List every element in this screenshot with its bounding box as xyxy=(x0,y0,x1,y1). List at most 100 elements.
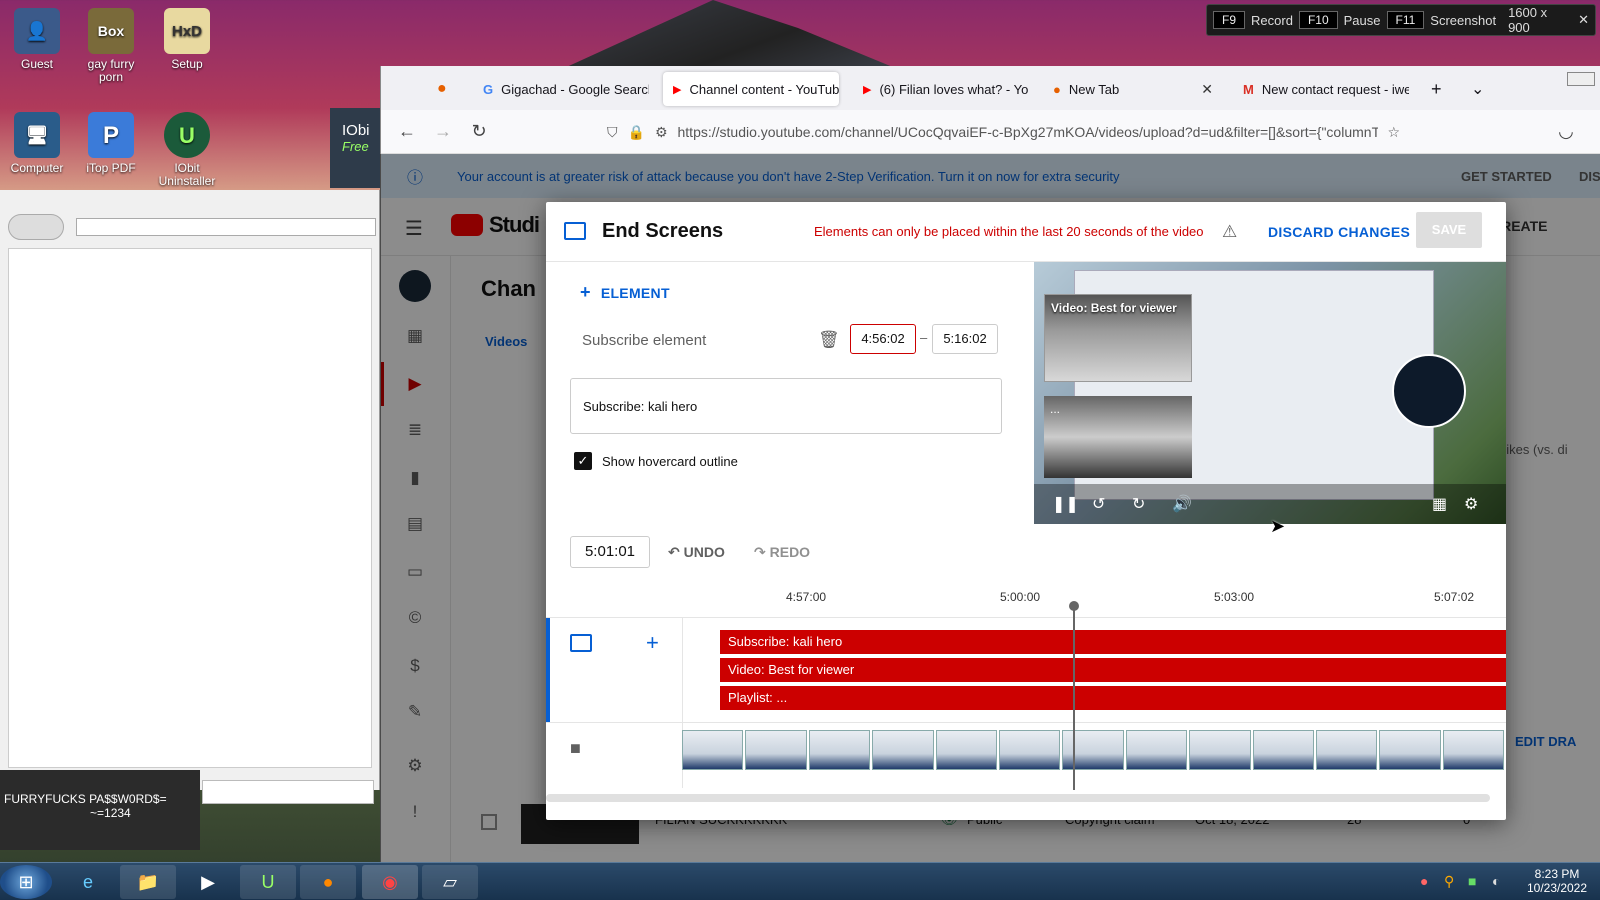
timeline-bar-subscribe[interactable]: Subscribe: kali hero xyxy=(720,630,1506,654)
timeline-bar-video[interactable]: Video: Best for viewer xyxy=(720,658,1506,682)
recorder-taskbar-icon[interactable]: ◉ xyxy=(362,865,418,899)
note-line-2: ~=1234 xyxy=(90,806,131,820)
firefox-taskbar-icon[interactable]: ● xyxy=(300,865,356,899)
end-screen-playlist-element[interactable]: ... xyxy=(1044,396,1192,478)
tray-volume-icon[interactable]: ◐ xyxy=(1492,873,1500,889)
video-filmstrip[interactable] xyxy=(682,730,1506,770)
close-icon[interactable]: ✕ xyxy=(1578,12,1589,28)
permissions-icon[interactable]: ⚙ xyxy=(655,124,668,141)
taskbar: ⊞ e 📁 ▶ U ● ◉ ▱ ● ⚲ ■ ◐ 8:23 PM 10/23/20… xyxy=(0,862,1600,900)
pdf-icon: P xyxy=(88,112,134,158)
forward-10-icon[interactable]: ↻ xyxy=(1132,494,1145,514)
screen-recorder-bar: F9 Record F10 Pause F11 Screenshot 1600 … xyxy=(1206,4,1596,36)
save-button[interactable]: SAVE xyxy=(1416,212,1482,248)
redo-label: REDO xyxy=(769,544,811,560)
filmstrip-frame xyxy=(1379,730,1441,770)
desktop-icon-computer[interactable]: 🖥 Computer xyxy=(0,112,74,175)
internet-explorer-icon[interactable]: e xyxy=(60,865,116,899)
tab-title: New Tab xyxy=(1068,81,1120,97)
settings-icon[interactable]: ⚙ xyxy=(1464,494,1478,514)
preview-video-label: Video: Best for viewer xyxy=(1051,301,1177,315)
back-icon[interactable]: ← xyxy=(389,121,425,142)
dialog-title: End Screens xyxy=(602,220,724,242)
url-text[interactable]: https://studio.youtube.com/channel/UCocQ… xyxy=(678,124,1378,140)
grid-icon[interactable]: ▦ xyxy=(1432,494,1447,514)
current-time-field[interactable]: 5:01:01 xyxy=(570,536,650,568)
record-label: Record xyxy=(1251,12,1293,28)
timeline-scrollbar[interactable] xyxy=(546,794,1490,802)
feedback-icon[interactable]: ⚠ xyxy=(1222,222,1237,242)
desktop-icon-setup[interactable]: HxD Setup xyxy=(150,8,224,71)
filmstrip-frame xyxy=(745,730,807,770)
tray-recorder-icon[interactable]: ● xyxy=(1420,873,1428,889)
file-explorer-icon[interactable]: 📁 xyxy=(120,865,176,899)
list-tabs-button[interactable]: ⌄ xyxy=(1461,72,1491,106)
new-tab-button[interactable]: + xyxy=(1421,72,1451,106)
desktop-icon-label: Guest xyxy=(20,57,53,71)
timeline-bar-playlist[interactable]: Playlist: ... xyxy=(720,686,1506,710)
element-card[interactable]: Subscribe: kali hero xyxy=(570,378,1002,434)
firefox-icon: ● xyxy=(1053,81,1061,97)
tray-network-icon[interactable]: ■ xyxy=(1468,873,1476,889)
ruler-tick: 5:07:02 xyxy=(1434,590,1475,604)
pocket-icon[interactable]: ◡ xyxy=(1548,121,1584,142)
reload-icon[interactable]: ↻ xyxy=(461,121,497,142)
playhead-handle[interactable] xyxy=(1069,601,1079,611)
element-name: Subscribe element xyxy=(582,332,707,349)
undo-button[interactable]: ↶ UNDO xyxy=(668,544,725,561)
left-window[interactable]: FURRYFUCKS PA$$W0RD$= ~=1234 xyxy=(0,190,380,850)
desktop-icon-label: Setup xyxy=(171,57,203,71)
content-area xyxy=(8,248,372,768)
trash-icon[interactable]: 🗑 xyxy=(818,330,840,350)
pause-icon[interactable]: ❚❚ xyxy=(1052,494,1079,514)
media-player-icon[interactable]: ▶ xyxy=(180,865,236,899)
screenshot-key[interactable]: F11 xyxy=(1386,11,1425,29)
record-key[interactable]: F9 xyxy=(1213,11,1246,29)
tab-gmail[interactable]: M New contact request - iwe ✕ xyxy=(1233,72,1409,106)
iobit-taskbar-icon[interactable]: U xyxy=(240,865,296,899)
taskbar-clock[interactable]: 8:23 PM 10/23/2022 xyxy=(1520,867,1594,895)
firefox-menu-icon[interactable]: ● xyxy=(427,72,457,106)
discard-changes-button[interactable]: DISCARD CHANGES xyxy=(1268,224,1410,240)
tab-google-search[interactable]: G Gigachad - Google Search ✕ xyxy=(473,72,649,106)
add-track-element-icon[interactable]: + xyxy=(646,630,659,656)
small-input[interactable] xyxy=(202,780,374,804)
minimize-icon[interactable] xyxy=(1567,72,1595,86)
tab-filian[interactable]: ▶ (6) Filian loves what? - You ✕ xyxy=(853,72,1029,106)
end-screen-video-element[interactable]: Video: Best for viewer xyxy=(1044,294,1192,382)
back-forward-buttons[interactable] xyxy=(8,214,64,240)
desktop-icon-guest[interactable]: 👤 Guest xyxy=(0,8,74,71)
pause-key[interactable]: F10 xyxy=(1298,11,1338,29)
start-button[interactable]: ⊞ xyxy=(0,865,52,899)
desktop-icon-itop-pdf[interactable]: P iTop PDF xyxy=(74,112,148,175)
preview-playlist-label: ... xyxy=(1050,402,1061,416)
url-bar[interactable]: ⛉ 🔒 ⚙ https://studio.youtube.com/channel… xyxy=(599,116,1411,148)
address-field[interactable] xyxy=(76,218,376,236)
tab-channel-content[interactable]: ▶ Channel content - YouTube ✕ xyxy=(663,72,839,106)
tab-title: New contact request - iwe xyxy=(1261,81,1409,97)
gmail-icon: M xyxy=(1243,81,1254,97)
element-start-time[interactable]: 4:56:02 xyxy=(850,324,916,354)
tab-new-tab[interactable]: ● New Tab ✕ xyxy=(1043,72,1223,106)
playhead[interactable] xyxy=(1073,606,1075,790)
tray-search-icon[interactable]: ⚲ xyxy=(1444,873,1454,890)
plus-icon: + xyxy=(580,282,591,302)
forward-icon[interactable]: → xyxy=(425,121,461,142)
shield-icon[interactable]: ⛉ xyxy=(607,124,618,141)
subscribe-element-avatar[interactable] xyxy=(1392,354,1466,428)
desktop-note: FURRYFUCKS PA$$W0RD$= ~=1234 xyxy=(0,770,200,850)
element-end-time[interactable]: 5:16:02 xyxy=(932,324,998,354)
redo-button[interactable]: ↷ REDO xyxy=(754,544,810,561)
close-tab-icon[interactable]: ✕ xyxy=(1201,81,1213,98)
desktop-icon-box[interactable]: Box gay furry porn xyxy=(74,8,148,84)
desktop-icon-iobit[interactable]: U IObit Uninstaller xyxy=(150,112,224,188)
video-preview[interactable]: Video: Best for viewer ... ❚❚ ↺ ↻ 🔊 ▦ ⚙ xyxy=(1034,262,1506,524)
lock-icon[interactable]: 🔒 xyxy=(628,124,645,141)
hovercard-checkbox[interactable]: ✓ xyxy=(574,452,592,470)
bookmark-star-icon[interactable]: ☆ xyxy=(1388,124,1401,141)
iobit-window-strip[interactable]: IObi Free xyxy=(330,108,380,188)
window-taskbar-icon[interactable]: ▱ xyxy=(422,865,478,899)
volume-icon[interactable]: 🔊 xyxy=(1172,494,1192,514)
add-element-button[interactable]: + ELEMENT xyxy=(580,282,670,303)
rewind-10-icon[interactable]: ↺ xyxy=(1092,494,1105,514)
